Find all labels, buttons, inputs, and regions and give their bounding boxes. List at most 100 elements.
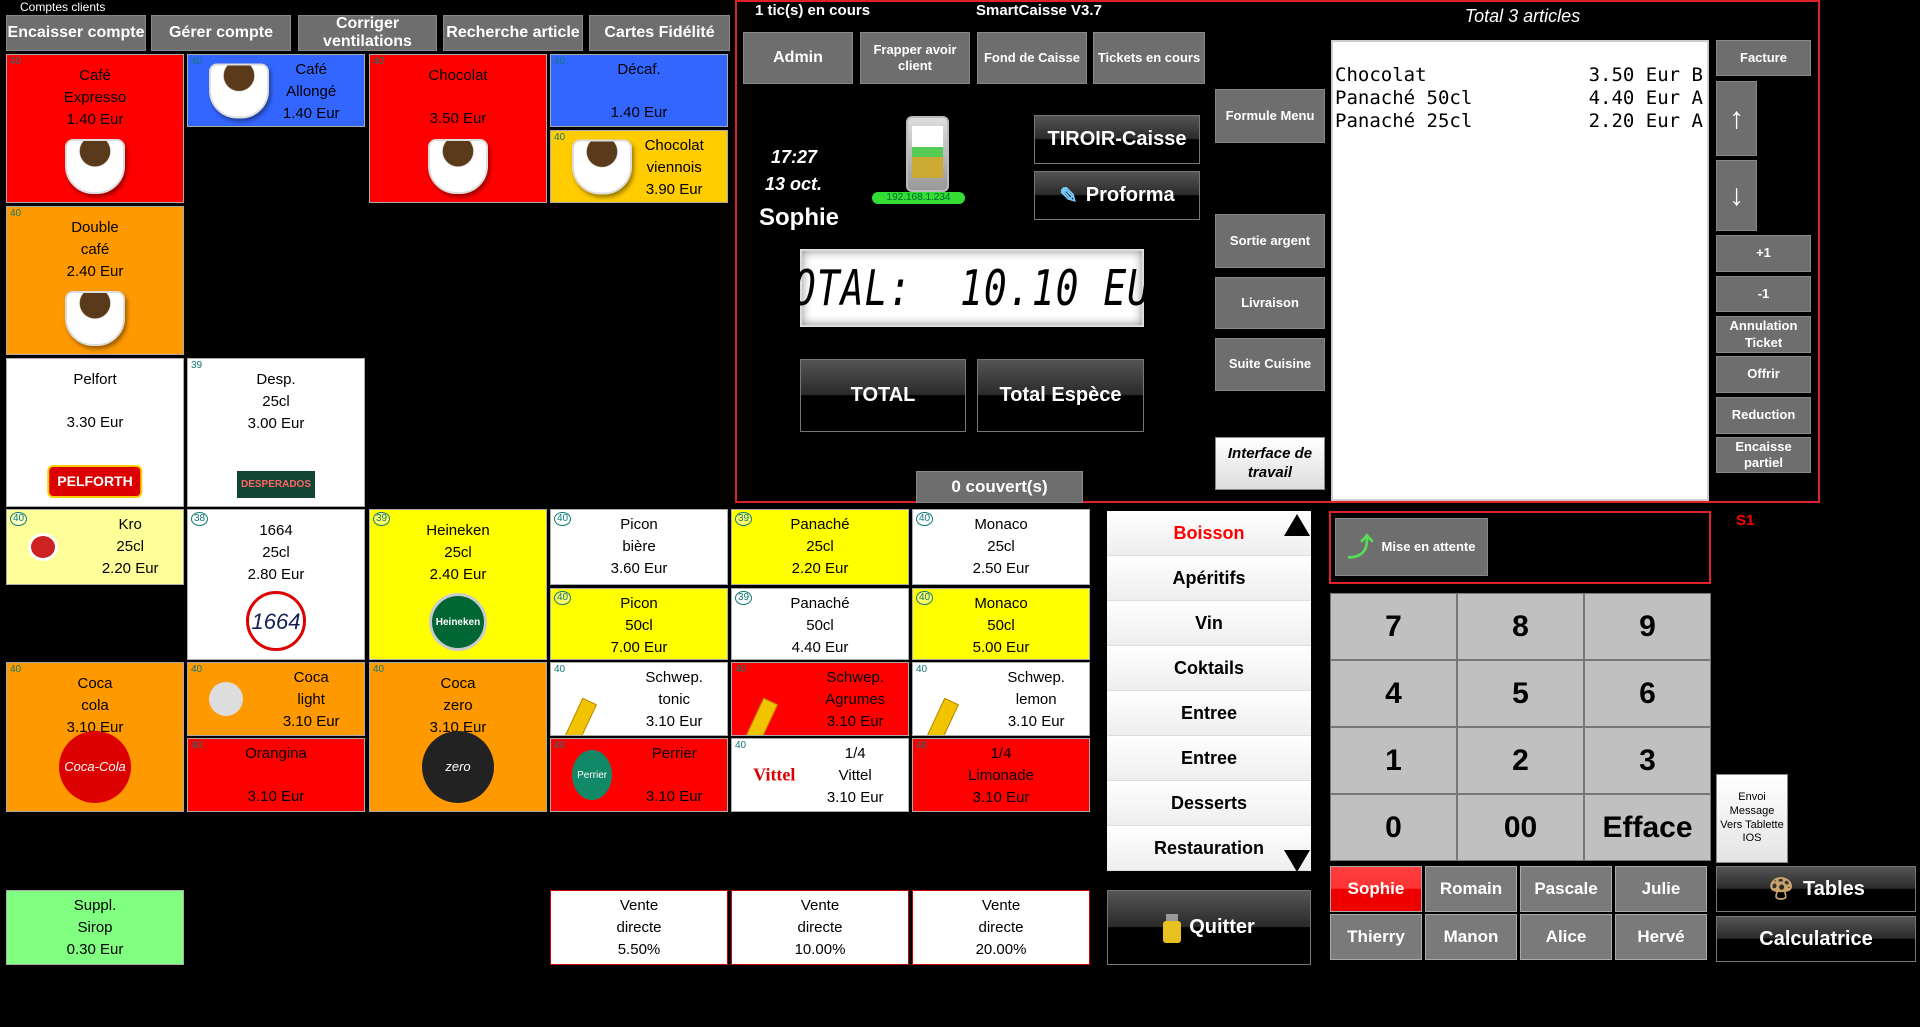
- product-tile[interactable]: 40 Café Expresso 1.40 Eur: [6, 54, 184, 203]
- product-tile[interactable]: Vente directe 5.50%: [550, 890, 728, 965]
- product-name-line: Coca: [77, 675, 113, 692]
- product-tile[interactable]: 40 Schwep. Agrumes 3.10 Eur: [731, 662, 909, 736]
- admin-button[interactable]: Admin: [743, 32, 853, 84]
- numpad-key-efface[interactable]: Efface: [1584, 794, 1711, 861]
- numpad-key-1[interactable]: 1: [1330, 727, 1457, 794]
- product-tile[interactable]: 40 Monaco 25cl 2.50 Eur: [912, 509, 1090, 585]
- server-hervé[interactable]: Hervé: [1615, 914, 1707, 960]
- server-pascale[interactable]: Pascale: [1520, 866, 1612, 912]
- numpad-key-7[interactable]: 7: [1330, 593, 1457, 660]
- product-tile[interactable]: 39 Heineken 25cl 2.40 Eur Heineken: [369, 509, 547, 660]
- product-tile[interactable]: 40 Café Allongé 1.40 Eur: [187, 54, 365, 127]
- product-tile[interactable]: Pelfort 3.30 Eur PELFORTH: [6, 358, 184, 507]
- proforma-button[interactable]: ✎ Proforma: [1034, 171, 1200, 220]
- numpad-key-3[interactable]: 3: [1584, 727, 1711, 794]
- product-tile[interactable]: 40 Coca zero 3.10 Eur zero: [369, 662, 547, 812]
- top-button-2[interactable]: Corriger ventilations: [298, 15, 437, 51]
- server-thierry[interactable]: Thierry: [1330, 914, 1422, 960]
- product-tile[interactable]: 40 Décaf. 1.40 Eur: [550, 54, 728, 127]
- numpad-key-9[interactable]: 9: [1584, 593, 1711, 660]
- product-tile[interactable]: 40 Picon 50cl 7.00 Eur: [550, 588, 728, 660]
- tablet-device-icon[interactable]: [906, 116, 949, 192]
- numpad-key-6[interactable]: 6: [1584, 660, 1711, 727]
- server-romain[interactable]: Romain: [1425, 866, 1517, 912]
- product-tile[interactable]: Vente directe 20.00%: [912, 890, 1090, 965]
- category-entree[interactable]: Entree: [1107, 736, 1311, 781]
- delivery-button[interactable]: Livraison: [1215, 277, 1325, 329]
- invoice-button[interactable]: Facture: [1716, 40, 1811, 76]
- top-button-0[interactable]: Encaisser compte: [6, 15, 146, 51]
- discount-button[interactable]: Reduction: [1716, 397, 1811, 434]
- cash-float-button[interactable]: Fond de Caisse: [977, 32, 1087, 84]
- partial-payment-button[interactable]: Encaisse partiel: [1716, 437, 1811, 473]
- top-button-1[interactable]: Gérer compte: [151, 15, 291, 51]
- top-button-3[interactable]: Recherche article: [443, 15, 583, 51]
- top-button-4[interactable]: Cartes Fidélité: [589, 15, 730, 51]
- server-sophie[interactable]: Sophie: [1330, 866, 1422, 912]
- product-tile[interactable]: 39 Panaché 50cl 4.40 Eur: [731, 588, 909, 660]
- numpad-key-8[interactable]: 8: [1457, 593, 1584, 660]
- total-button[interactable]: TOTAL: [800, 359, 966, 432]
- product-tile[interactable]: 40 Schwep. tonic 3.10 Eur: [550, 662, 728, 736]
- product-tile[interactable]: 40 Double café 2.40 Eur: [6, 206, 184, 355]
- open-tickets-button[interactable]: Tickets en cours: [1093, 32, 1205, 84]
- category-apritifs[interactable]: Apéritifs: [1107, 556, 1311, 601]
- category-scroll-down-icon[interactable]: [1284, 850, 1310, 872]
- minus-one-button[interactable]: -1: [1716, 276, 1811, 312]
- product-tile[interactable]: 40 Schwep. lemon 3.10 Eur: [912, 662, 1090, 736]
- menu-formula-button[interactable]: Formule Menu: [1215, 89, 1325, 143]
- scroll-down-button[interactable]: ↓: [1716, 160, 1757, 231]
- product-tile[interactable]: 40 Orangina 3.10 Eur: [187, 738, 365, 812]
- numpad-key-5[interactable]: 5: [1457, 660, 1584, 727]
- ticket-list[interactable]: Chocolat 3.50 Eur B Panaché 50cl 4.40 Eur A…: [1331, 40, 1709, 501]
- offer-button[interactable]: Offrir: [1716, 356, 1811, 393]
- total-cash-button[interactable]: Total Espèce: [977, 359, 1144, 432]
- numpad-key-2[interactable]: 2: [1457, 727, 1584, 794]
- calculator-button[interactable]: Calculatrice: [1716, 916, 1916, 962]
- product-tile[interactable]: 40 Chocolat viennois 3.90 Eur: [550, 130, 728, 203]
- product-tile[interactable]: 40 Coca light 3.10 Eur: [187, 662, 365, 736]
- product-tile[interactable]: 40 Coca cola 3.10 Eur Coca-Cola: [6, 662, 184, 812]
- category-vin[interactable]: Vin: [1107, 601, 1311, 646]
- ticket-line[interactable]: Panaché 25cl 2.20 Eur A: [1333, 110, 1707, 133]
- product-tile[interactable]: 39 Panaché 25cl 2.20 Eur: [731, 509, 909, 585]
- credit-note-button[interactable]: Frapper avoir client: [860, 32, 970, 84]
- scroll-up-button[interactable]: ↑: [1716, 81, 1757, 156]
- cancel-ticket-button[interactable]: Annulation Ticket: [1716, 316, 1811, 353]
- hold-button[interactable]: ⤴ Mise en attente: [1335, 518, 1488, 576]
- category-restauration[interactable]: Restauration: [1107, 826, 1311, 871]
- category-desserts[interactable]: Desserts: [1107, 781, 1311, 826]
- send-tablet-message-button[interactable]: Envoi Message Vers Tablette IOS: [1716, 774, 1788, 863]
- product-tile[interactable]: 40 Monaco 50cl 5.00 Eur: [912, 588, 1090, 660]
- workspace-button[interactable]: Interface de travail: [1215, 437, 1325, 490]
- category-coktails[interactable]: Coktails: [1107, 646, 1311, 691]
- tables-button[interactable]: 🍄︎ Tables: [1716, 866, 1916, 912]
- covers-button[interactable]: 0 couvert(s): [916, 471, 1083, 503]
- kitchen-next-button[interactable]: Suite Cuisine: [1215, 338, 1325, 391]
- product-tile[interactable]: 40 Picon bière 3.60 Eur: [550, 509, 728, 585]
- product-tile[interactable]: 40 Kro 25cl 2.20 Eur: [6, 509, 184, 585]
- category-boisson[interactable]: Boisson: [1107, 511, 1311, 556]
- cash-drawer-button[interactable]: TIROIR-Caisse: [1034, 115, 1200, 164]
- server-julie[interactable]: Julie: [1615, 866, 1707, 912]
- numpad-key-00[interactable]: 00: [1457, 794, 1584, 861]
- product-tile[interactable]: 39 Desp. 25cl 3.00 Eur DESPERADOS: [187, 358, 365, 507]
- server-alice[interactable]: Alice: [1520, 914, 1612, 960]
- product-tile[interactable]: 40 1/4 Vittel 3.10 Eur Vittel: [731, 738, 909, 812]
- product-tile[interactable]: 40 Perrier 3.10 Eur Perrier: [550, 738, 728, 812]
- ticket-line[interactable]: Panaché 50cl 4.40 Eur A: [1333, 87, 1707, 110]
- product-tile[interactable]: 40 1/4 Limonade 3.10 Eur: [912, 738, 1090, 812]
- ticket-line[interactable]: Chocolat 3.50 Eur B: [1333, 64, 1707, 87]
- category-entree[interactable]: Entree: [1107, 691, 1311, 736]
- quit-button[interactable]: Quitter: [1107, 890, 1311, 965]
- server-manon[interactable]: Manon: [1425, 914, 1517, 960]
- category-scroll-up-icon[interactable]: [1284, 514, 1310, 536]
- product-tile[interactable]: 38 1664 25cl 2.80 Eur 1664: [187, 509, 365, 660]
- product-tile[interactable]: 40 Chocolat 3.50 Eur: [369, 54, 547, 203]
- product-tile[interactable]: Suppl. Sirop 0.30 Eur: [6, 890, 184, 965]
- cash-out-button[interactable]: Sortie argent: [1215, 214, 1325, 268]
- numpad-key-4[interactable]: 4: [1330, 660, 1457, 727]
- plus-one-button[interactable]: +1: [1716, 235, 1811, 272]
- product-tile[interactable]: Vente directe 10.00%: [731, 890, 909, 965]
- numpad-key-0[interactable]: 0: [1330, 794, 1457, 861]
